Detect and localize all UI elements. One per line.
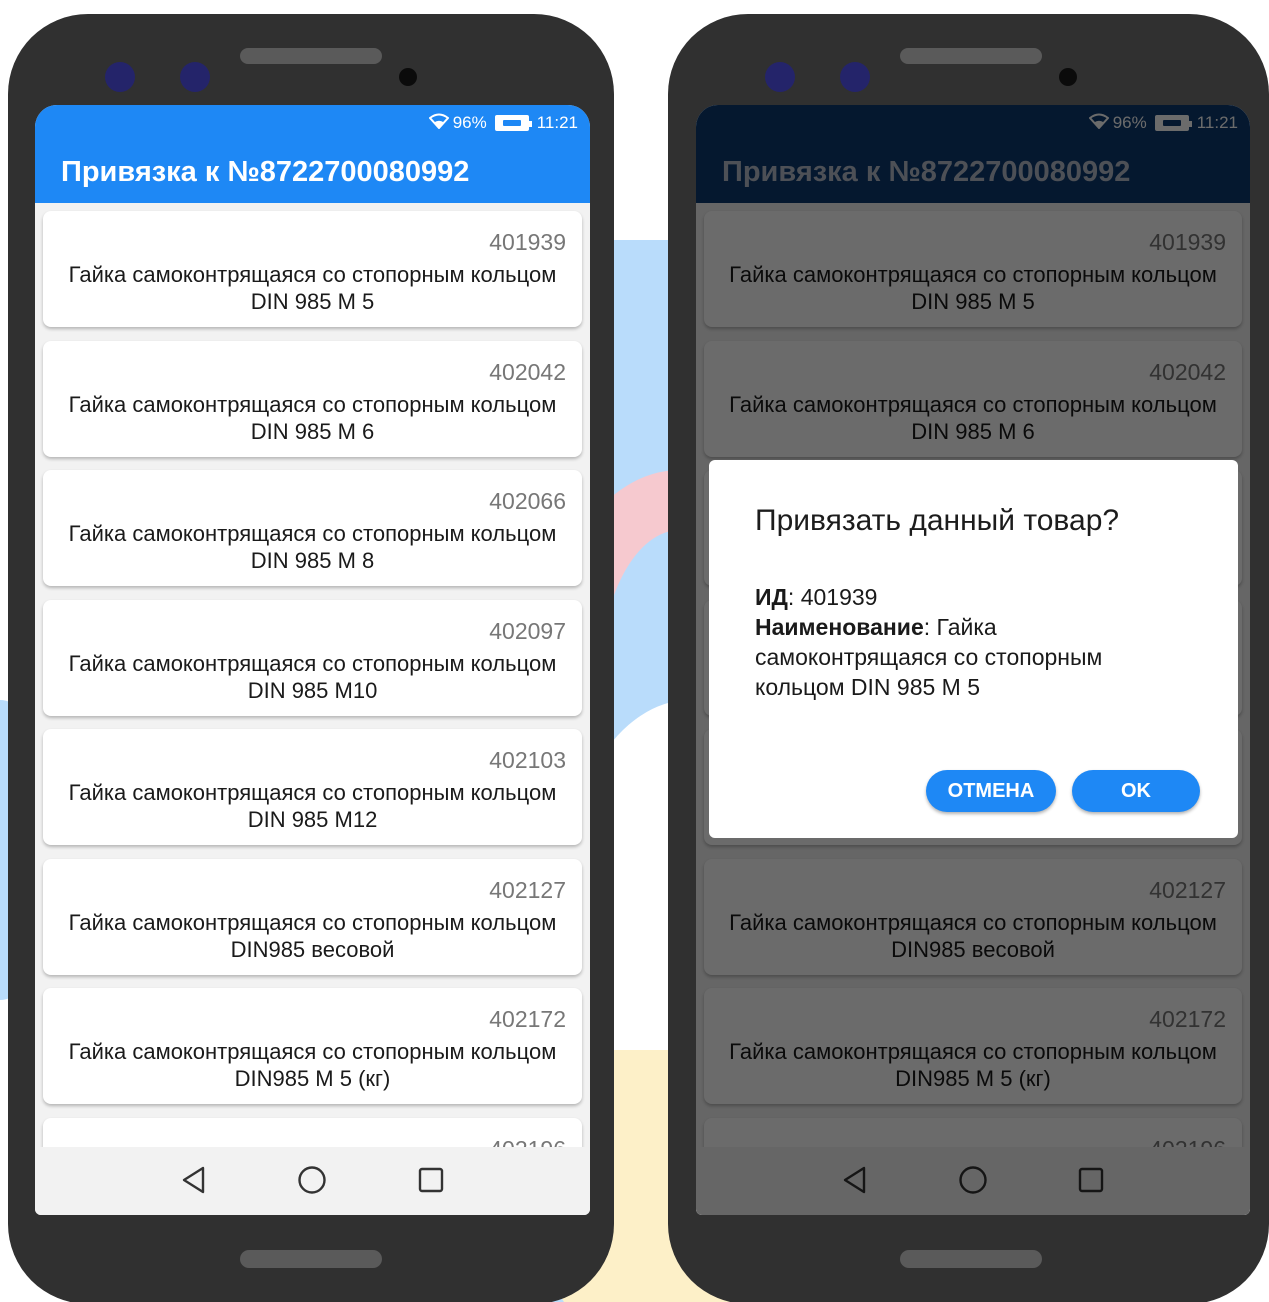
battery-percent: 96%: [452, 113, 487, 132]
product-card[interactable]: 402097 Гайка самоконтрящаяся со стопорным…: [43, 599, 582, 716]
product-name: Гайка самоконтрящаяся со стопорным кольц…: [68, 650, 557, 703]
bottom-speaker: [240, 1250, 382, 1268]
phone-mockup-left: 96% 11:21 Привязка к №8722700080992 4019…: [8, 14, 614, 1302]
back-triangle-icon: [181, 1166, 207, 1199]
product-name: Гайка самоконтрящаяся со стопорным кольц…: [68, 1039, 557, 1091]
page-title: Привязка к №8722700080992: [61, 155, 470, 188]
ok-button[interactable]: OK: [1072, 770, 1200, 812]
bottom-speaker: [900, 1250, 1042, 1268]
id-value: : 401939: [787, 584, 878, 610]
product-code: 402172: [489, 1006, 566, 1032]
back-button[interactable]: [174, 1162, 214, 1202]
recents-button[interactable]: [411, 1162, 451, 1202]
app-bar: Привязка к №8722700080992: [35, 141, 590, 203]
product-name: Гайка самоконтрящаяся со стопорным кольц…: [68, 521, 557, 573]
earpiece-speaker: [900, 48, 1042, 64]
home-button[interactable]: [292, 1162, 332, 1202]
product-code: 401939: [489, 229, 566, 255]
front-camera: [1059, 68, 1077, 86]
product-list[interactable]: 401939 Гайка самоконтрящаяся со стопорным…: [35, 203, 590, 1147]
navigation-bar: [35, 1149, 590, 1215]
clock: 11:21: [536, 113, 578, 132]
product-code: 402097: [489, 617, 566, 644]
product-card[interactable]: 402127 Гайка самоконтрящаяся со стопорным…: [43, 858, 582, 975]
phone-mockup-right: 96% 11:21 Привязка к №8722700080992 4019…: [668, 14, 1269, 1302]
wifi-icon: [428, 113, 450, 134]
product-card[interactable]: 402172 Гайка самоконтрящаяся со стопорным…: [43, 988, 582, 1104]
id-label: ИД: [755, 584, 788, 610]
product-card[interactable]: 402066 Гайка самоконтрящаяся со стопорным…: [43, 470, 582, 586]
screen: 96% 11:21 Привязка к №8722700080992 4019…: [35, 105, 590, 1215]
product-card[interactable]: 402042 Гайка самоконтрящаяся со стопорным…: [43, 340, 582, 457]
product-name: Гайка самоконтрящаяся со стопорным кольц…: [68, 391, 557, 444]
front-camera: [399, 68, 417, 86]
cancel-button[interactable]: ОТМЕНА: [926, 770, 1056, 812]
product-card[interactable]: 402103 Гайка самоконтрящаяся со стопорным…: [43, 729, 582, 845]
dialog-actions: ОТМЕНА OK: [926, 770, 1200, 812]
name-label: Наименование: [755, 614, 924, 640]
product-code: 402127: [489, 876, 566, 903]
product-name: Гайка самоконтрящаяся со стопорным кольц…: [68, 909, 557, 962]
dialog-id-line: ИД: 401939: [755, 582, 1192, 612]
product-code: 402066: [489, 488, 566, 514]
screen: 96% 11:21 Привязка к №8722700080992 4019…: [696, 105, 1250, 1215]
dialog-name-line: Наименование: Гайка самоконтрящаяся со с…: [755, 612, 1192, 702]
product-code: 402103: [489, 747, 566, 773]
product-card[interactable]: 402196: [43, 1117, 582, 1148]
recents-square-icon: [418, 1167, 444, 1198]
wifi-status: 96%: [428, 113, 487, 134]
product-card[interactable]: 401939 Гайка самоконтрящаяся со стопорным…: [43, 211, 582, 327]
dialog-body: ИД: 401939 Наименование: Гайка самоконтр…: [755, 582, 1192, 702]
sensor-dot: [765, 62, 795, 92]
product-name: Гайка самоконтрящаяся со стопорным кольц…: [68, 262, 557, 314]
sensor-dot: [180, 62, 210, 92]
confirm-dialog: Привязать данный товар? ИД: 401939 Наиме…: [709, 460, 1238, 838]
sensor-dot: [105, 62, 135, 92]
battery-icon: [494, 115, 532, 131]
stage: 96% 11:21 Привязка к №8722700080992 4019…: [0, 0, 1269, 1302]
sensor-dot: [840, 62, 870, 92]
home-circle-icon: [297, 1165, 327, 1200]
product-code: 402196: [489, 1136, 566, 1148]
dialog-title: Привязать данный товар?: [755, 504, 1120, 537]
status-bar: 96% 11:21: [35, 105, 590, 141]
earpiece-speaker: [240, 48, 382, 64]
product-code: 402042: [489, 358, 566, 385]
product-name: Гайка самоконтрящаяся со стопорным кольц…: [68, 780, 557, 832]
